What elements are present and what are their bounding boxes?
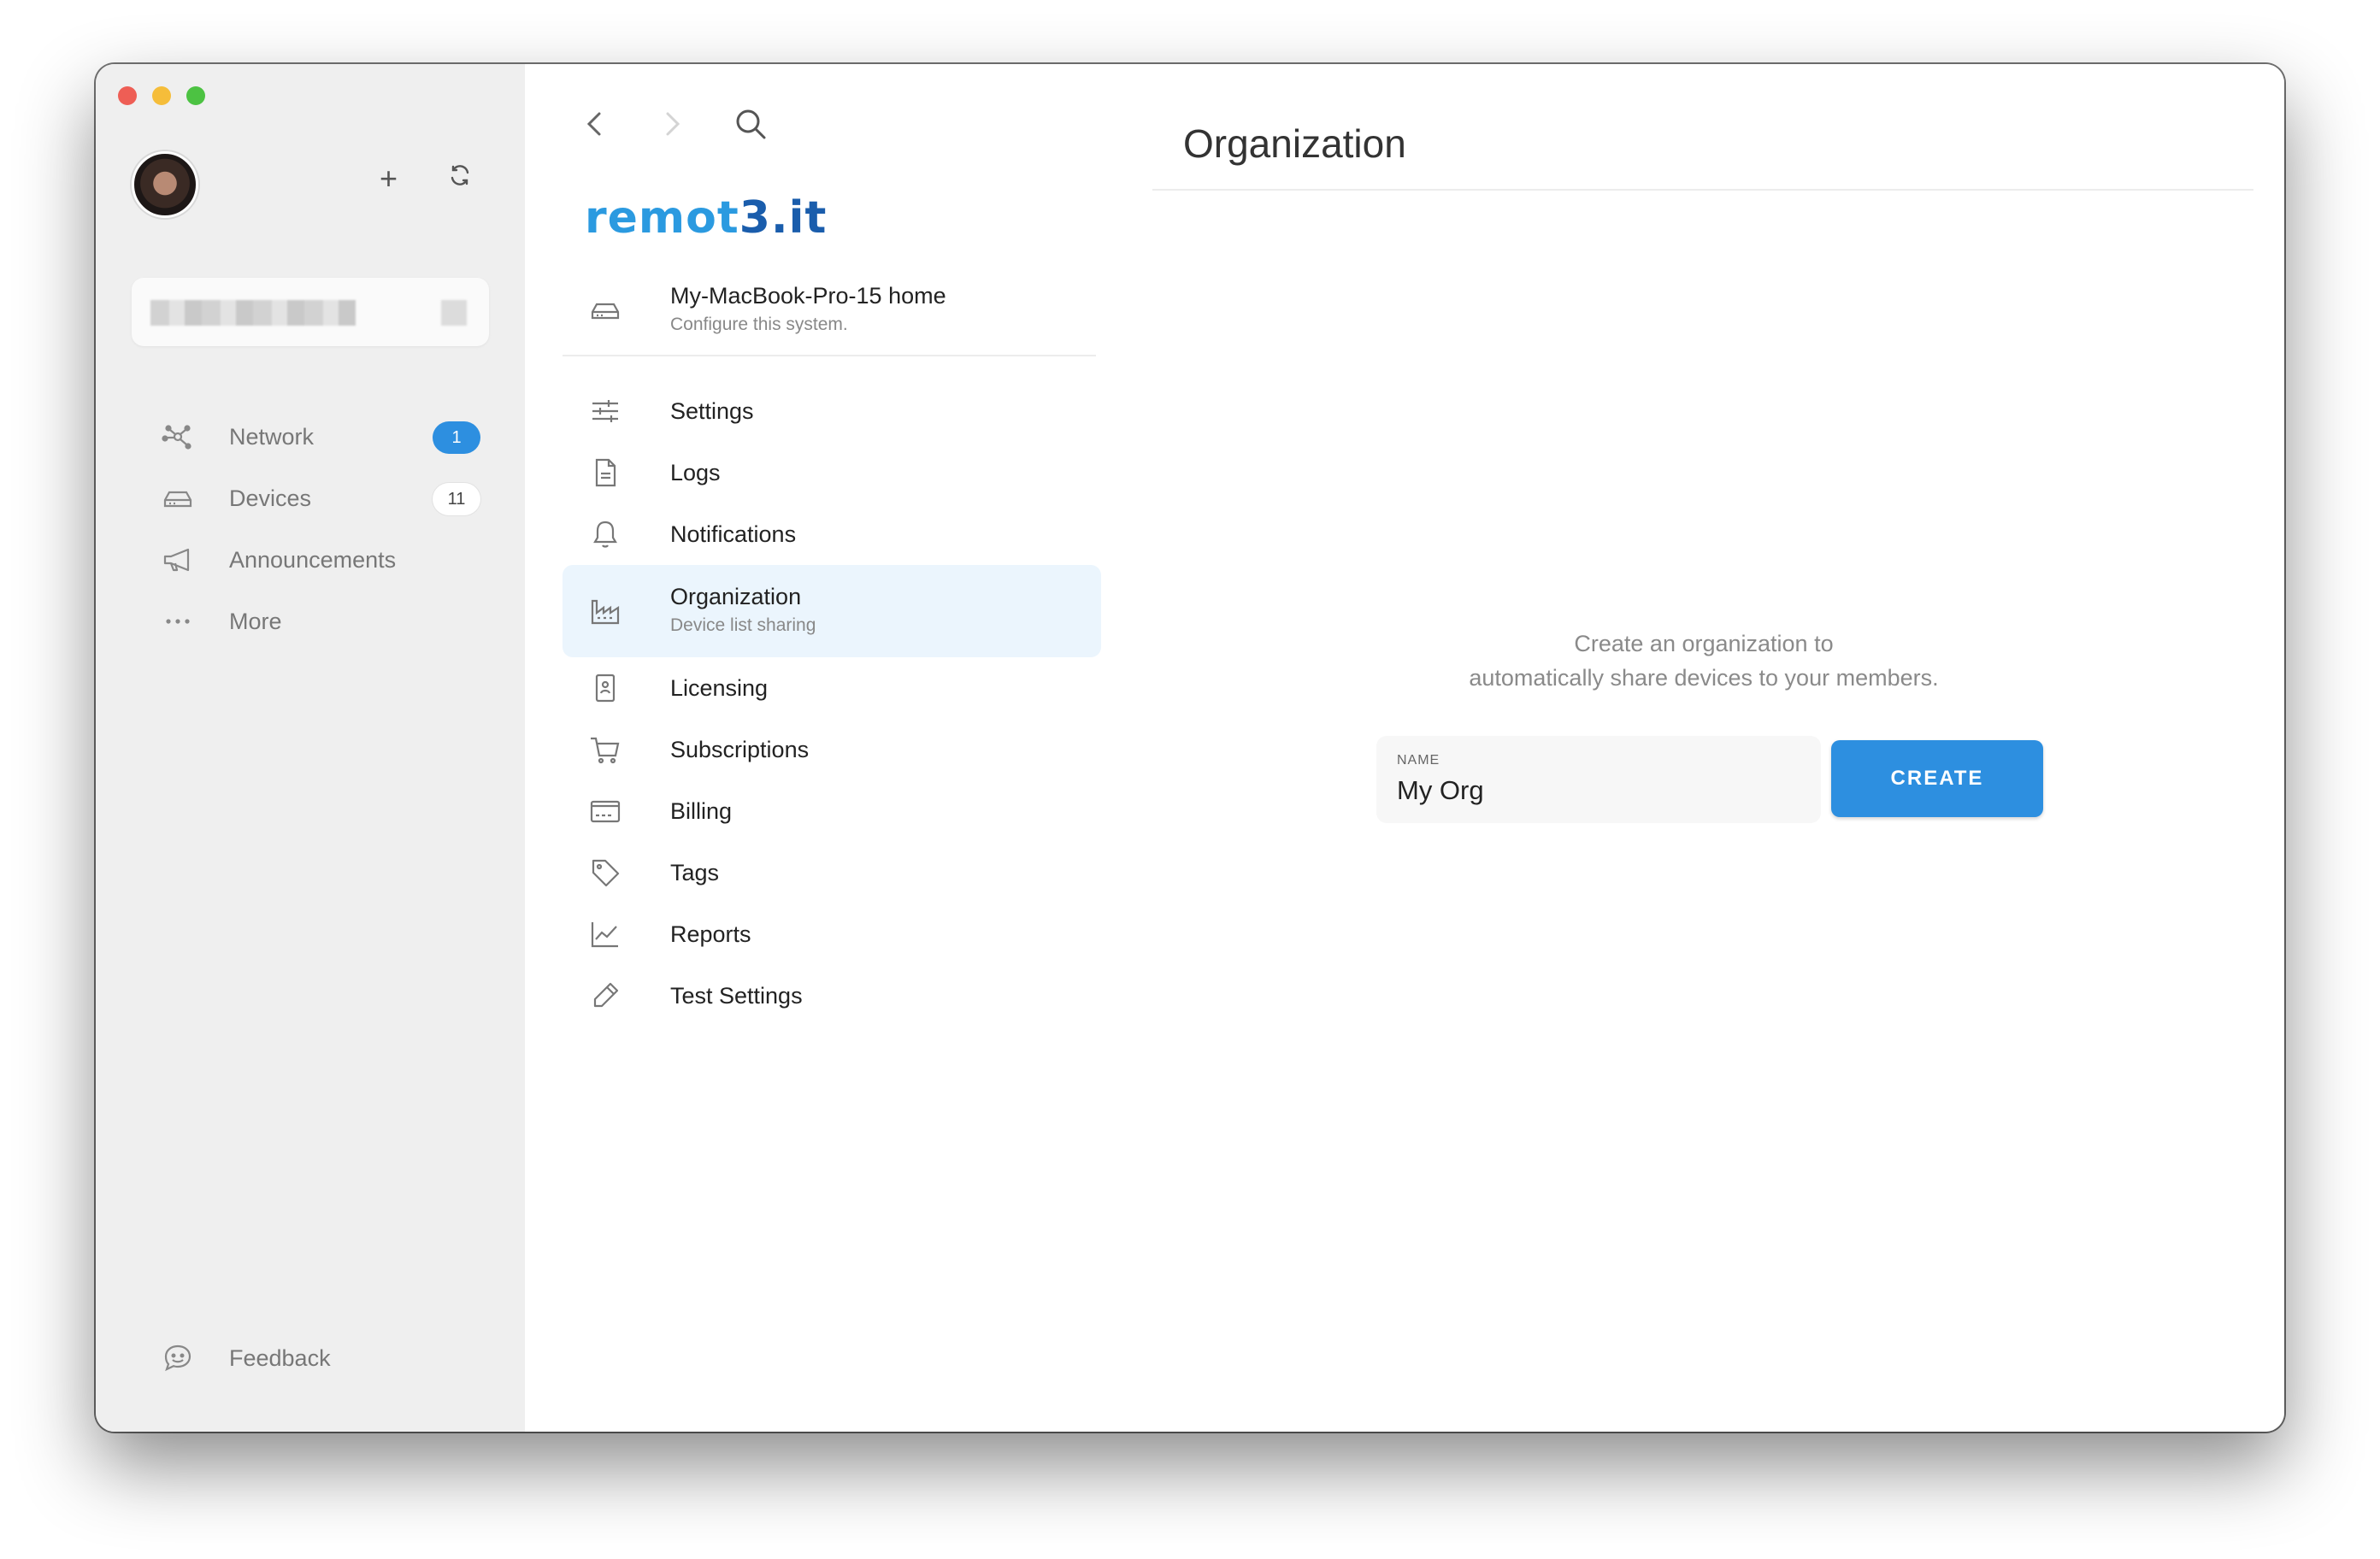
create-organization-button[interactable]: CREATE [1831,740,2043,817]
menu-item-label: Licensing [670,674,769,701]
add-icon[interactable]: + [380,163,398,194]
menu-item-settings[interactable]: Settings [563,380,1101,442]
devices-icon [161,481,195,515]
close-window-button[interactable] [118,86,137,105]
factory-icon [588,594,622,628]
menu-item-organization[interactable]: Organization Device list sharing [563,565,1101,657]
avatar[interactable] [132,151,198,218]
menu-item-billing[interactable]: Billing [563,780,1101,842]
redacted-icon [441,300,467,326]
sidebar-item-label: Network [229,423,315,450]
license-icon [588,671,622,705]
sidebar-nav: Network 1 Devices 11 Announcements More [161,406,503,652]
menu-item-reports[interactable]: Reports [563,903,1101,965]
menu-item-test-settings[interactable]: Test Settings [563,965,1101,1027]
menu-item-label: Billing [670,797,733,824]
settings-menu: Settings Logs Notifications Organization… [563,380,1101,1027]
sidebar-item-label: More [229,608,282,634]
menu-item-subscriptions[interactable]: Subscriptions [563,719,1101,780]
window-controls [118,86,205,105]
menu-item-licensing[interactable]: Licensing [563,657,1101,719]
sidebar-item-more[interactable]: More [161,591,503,652]
forward-icon[interactable] [655,107,689,141]
sidebar-item-network[interactable]: Network 1 [161,406,503,468]
pencil-icon [588,979,622,1013]
menu-item-label: Test Settings [670,982,803,1009]
chart-line-icon [588,917,622,951]
menu-item-logs[interactable]: Logs [563,442,1101,503]
sliders-icon [588,394,622,428]
device-drive-icon [588,293,622,327]
remoteit-logo: remot3.it [585,192,828,244]
refresh-icon[interactable] [446,162,474,189]
device-title: My-MacBook-Pro-15 home [670,283,946,309]
more-dots-icon [161,604,195,638]
menu-item-label: Subscriptions [670,736,810,762]
name-field-label: NAME [1397,753,1440,768]
account-selector[interactable] [132,278,489,346]
menu-item-label: Organization [670,584,802,609]
minimize-window-button[interactable] [152,86,171,105]
menu-item-label: Settings [670,397,754,424]
title-divider [1152,189,2253,191]
network-icon [161,420,195,454]
app-window: + Network 1 Devices 11 Announcements Mor… [96,64,2284,1432]
organization-name-field[interactable]: NAME [1376,736,1821,823]
menu-item-notifications[interactable]: Notifications [563,503,1101,565]
search-icon[interactable] [732,105,769,143]
redacted-account-name [150,300,356,326]
sidebar: + Network 1 Devices 11 Announcements Mor… [96,64,525,1432]
tag-icon [588,856,622,890]
sidebar-item-label: Devices [229,485,312,511]
message-line-1: Create an organization to [1574,631,1834,656]
empty-state-message: Create an organization to automatically … [1123,627,2284,695]
feedback-chat-icon [161,1341,195,1375]
message-line-2: automatically share devices to your memb… [1469,665,1939,691]
menu-item-sublabel: Device list sharing [670,615,816,635]
menu-item-label: Tags [670,859,720,885]
billing-icon [588,794,622,828]
menu-item-label: Notifications [670,521,797,547]
this-device-item[interactable]: My-MacBook-Pro-15 home Configure this sy… [563,269,1096,356]
sidebar-item-label: Announcements [229,546,397,573]
organization-name-input[interactable] [1397,775,1790,806]
network-count-badge: 1 [433,421,480,454]
navigation-toolbar [578,105,769,143]
feedback-button[interactable]: Feedback [161,1327,331,1389]
organization-pane: Organization Create an organization to a… [1123,64,2284,1432]
document-icon [588,456,622,490]
cart-icon [588,732,622,767]
menu-item-label: Logs [670,459,721,485]
device-subtitle: Configure this system. [670,315,848,334]
page-title: Organization [1183,121,1406,166]
sidebar-item-announcements[interactable]: Announcements [161,529,503,591]
devices-count-badge: 11 [433,483,480,515]
settings-column: remot3.it My-MacBook-Pro-15 home Configu… [525,64,1125,1432]
sidebar-item-devices[interactable]: Devices 11 [161,468,503,529]
menu-item-tags[interactable]: Tags [563,842,1101,903]
megaphone-icon [161,543,195,577]
bell-icon [588,517,622,551]
menu-item-label: Reports [670,921,751,947]
back-icon[interactable] [578,107,612,141]
feedback-label: Feedback [229,1344,331,1371]
maximize-window-button[interactable] [186,86,205,105]
